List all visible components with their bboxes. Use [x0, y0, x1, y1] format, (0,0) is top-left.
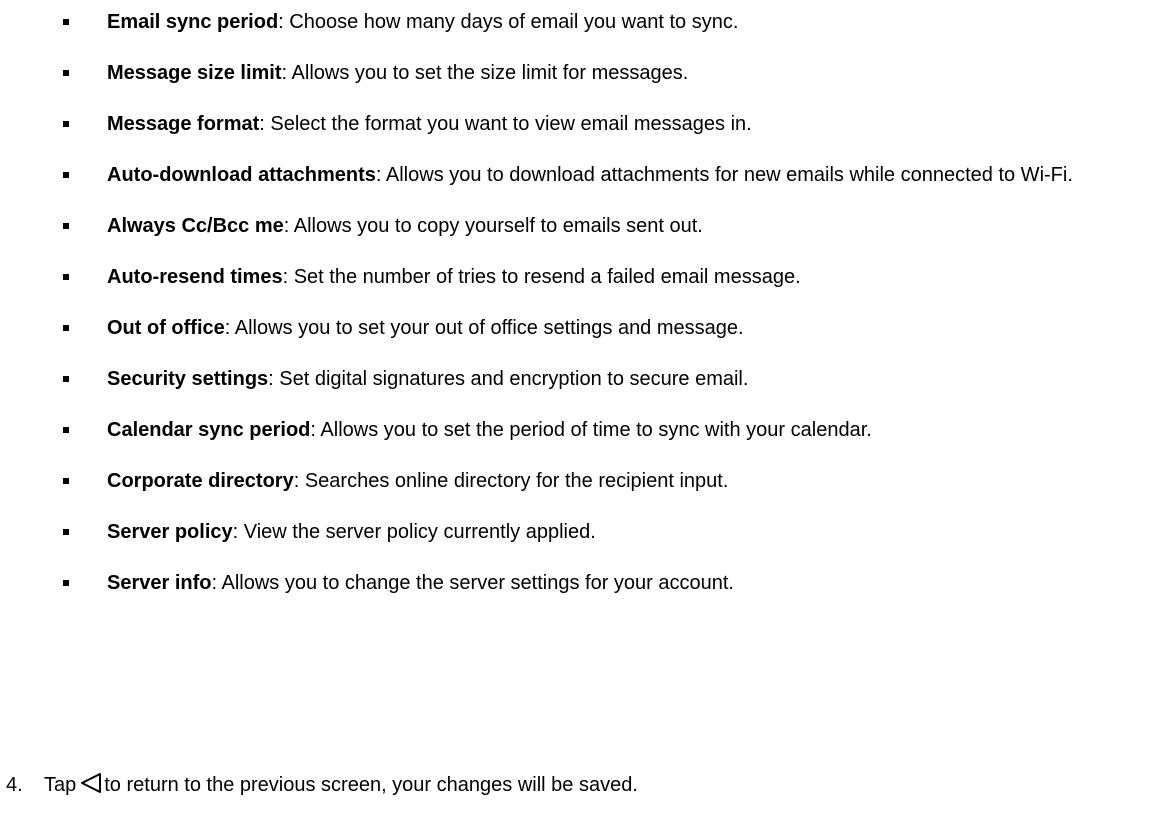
setting-term: Email sync period [107, 11, 279, 33]
bullet-marker [63, 376, 69, 382]
setting-term: Corporate directory [107, 470, 294, 492]
bullet-marker [63, 223, 69, 229]
setting-description: : Allows you to copy yourself to emails … [283, 215, 703, 237]
setting-description: : Allows you to set your out of office s… [224, 317, 744, 339]
list-item: Server policy: View the server policy cu… [0, 518, 1164, 546]
list-item: Out of office: Allows you to set your ou… [0, 314, 1164, 342]
list-item: Always Cc/Bcc me: Allows you to copy you… [0, 212, 1164, 240]
list-item: Message size limit: Allows you to set th… [0, 59, 1164, 87]
setting-term: Server info [107, 572, 212, 594]
bullet-marker [63, 325, 69, 331]
setting-term: Security settings [107, 368, 269, 390]
step-text-after: to return to the previous screen, your c… [104, 774, 638, 796]
list-item: Calendar sync period: Allows you to set … [0, 416, 1164, 444]
bullet-marker [63, 427, 69, 433]
settings-list: Email sync period: Choose how many days … [0, 8, 1164, 620]
setting-term: Auto-resend times [107, 266, 283, 288]
setting-description: : Choose how many days of email you want… [278, 11, 739, 33]
bullet-marker [63, 19, 69, 25]
list-item: Auto-resend times: Set the number of tri… [0, 263, 1164, 291]
bullet-marker [63, 478, 69, 484]
setting-description: : Allows you to download attachments for… [375, 164, 1073, 186]
list-item: Email sync period: Choose how many days … [0, 8, 1164, 36]
bullet-marker [63, 274, 69, 280]
setting-description: : Allows you to set the size limit for m… [281, 62, 689, 84]
list-item: Server info: Allows you to change the se… [0, 569, 1164, 597]
step-number: 4. [6, 774, 23, 796]
bullet-marker [63, 172, 69, 178]
setting-description: : Allows you to set the period of time t… [310, 419, 872, 441]
list-item: Message format: Select the format you wa… [0, 110, 1164, 138]
setting-term: Message size limit [107, 62, 282, 84]
setting-description: : Set the number of tries to resend a fa… [282, 266, 801, 288]
setting-description: : Set digital signatures and encryption … [268, 368, 749, 390]
setting-term: Calendar sync period [107, 419, 311, 441]
setting-description: : Searches online directory for the reci… [293, 470, 729, 492]
setting-description: : View the server policy currently appli… [232, 521, 596, 543]
list-item: Auto-download attachments: Allows you to… [0, 161, 1164, 189]
setting-term: Auto-download attachments [107, 164, 376, 186]
document-page: Email sync period: Choose how many days … [0, 0, 1164, 826]
setting-description: : Select the format you want to view ema… [259, 113, 752, 135]
back-triangle-icon [80, 772, 102, 802]
setting-term: Always Cc/Bcc me [107, 215, 284, 237]
setting-description: : Allows you to change the server settin… [211, 572, 734, 594]
step-text-before: Tap [44, 774, 77, 796]
list-item: Security settings: Set digital signature… [0, 365, 1164, 393]
setting-term: Server policy [107, 521, 233, 543]
step-text: Tap to return to the previous screen, you… [44, 771, 638, 802]
bullet-marker [63, 70, 69, 76]
setting-term: Out of office [107, 317, 225, 339]
bullet-marker [63, 121, 69, 127]
setting-term: Message format [107, 113, 260, 135]
bullet-marker [63, 580, 69, 586]
list-item: Corporate directory: Searches online dir… [0, 467, 1164, 495]
bullet-marker [63, 529, 69, 535]
